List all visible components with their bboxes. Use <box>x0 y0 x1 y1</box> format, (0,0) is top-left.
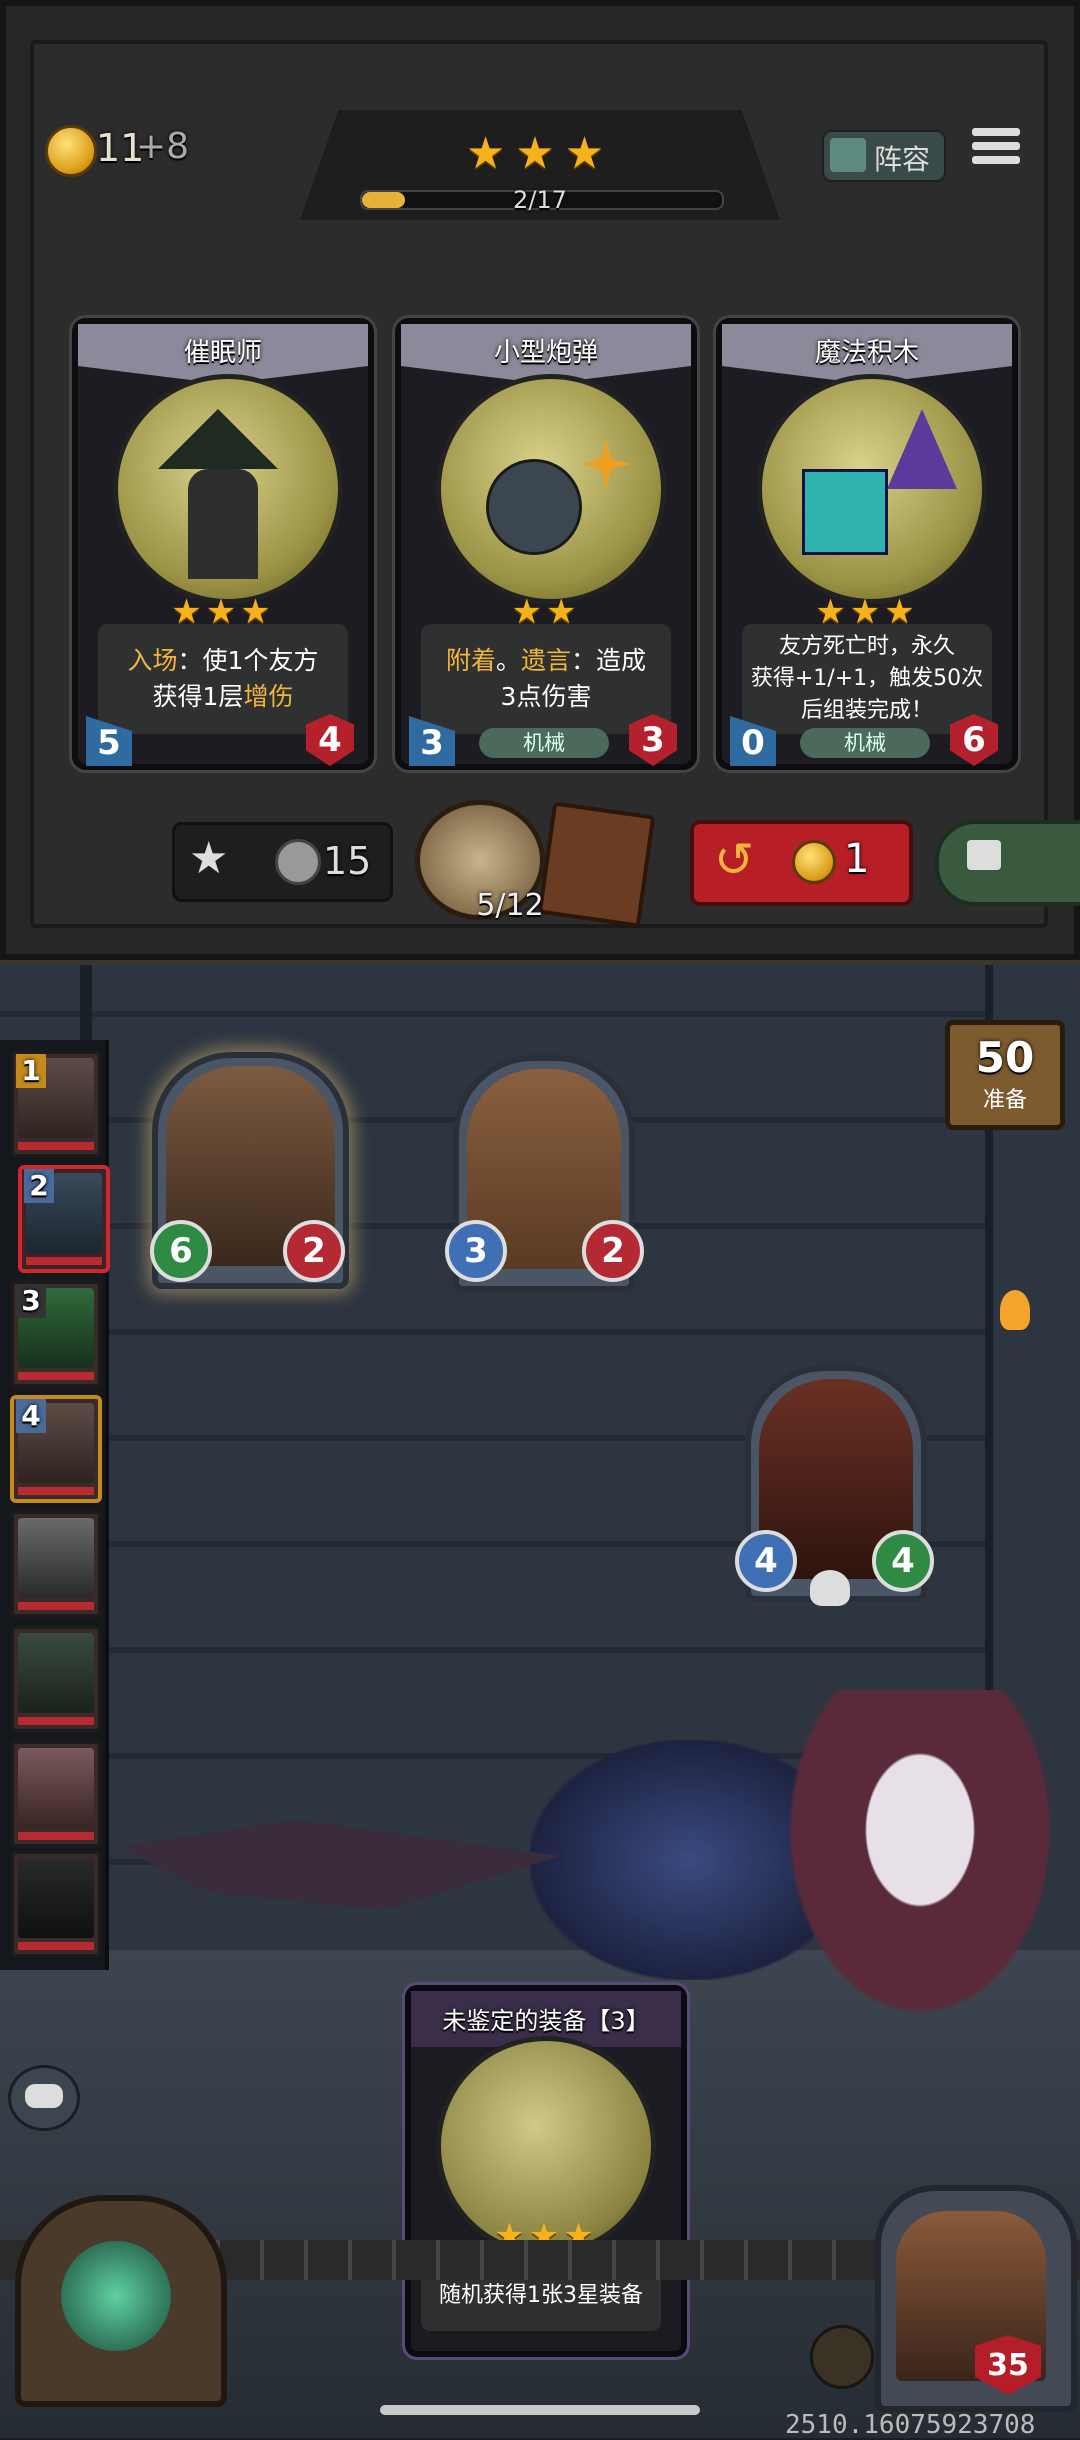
torch-icon <box>1000 1290 1030 1330</box>
chat-icon[interactable] <box>8 2065 80 2131</box>
build-id: 2510.16075923708 <box>785 2410 1036 2440</box>
card-description: 附着。遗言：造成 3点伤害 <box>421 624 671 734</box>
card-tag-mechanical: 机械 <box>479 728 609 758</box>
card-health: 4 <box>306 714 354 766</box>
hero-illustration <box>770 1690 1070 2040</box>
hero-health-bar <box>18 1372 94 1380</box>
card-art-magic-blocks <box>757 374 987 604</box>
hero-health-bar <box>18 1487 94 1495</box>
equipment-card[interactable]: 未鉴定的装备【3】 ★★★ 随机获得1张3星装备 <box>405 1985 687 2357</box>
skull-icon <box>810 1570 850 1606</box>
card-health: 3 <box>629 714 677 766</box>
shop-card-hypnotist[interactable]: 催眠师 ★★★ 入场：使1个友方 获得1层增伤 5 4 <box>72 318 374 770</box>
menu-icon[interactable] <box>972 122 1020 170</box>
hero-portrait <box>18 1518 94 1598</box>
book-icon <box>830 138 866 172</box>
shop-chest-button[interactable] <box>15 2195 227 2407</box>
hero-health-bar <box>18 1717 94 1725</box>
hero-portrait <box>18 1858 94 1938</box>
unit-attack: 3 <box>445 1220 507 1282</box>
ready-label: 准备 <box>982 1088 1027 1113</box>
card-title: 魔法积木 <box>814 338 919 368</box>
card-title: 小型炮弹 <box>493 338 598 368</box>
card-art-cannonball <box>436 374 666 604</box>
roster-slot[interactable]: 3 <box>10 1280 102 1388</box>
roster-order: 2 <box>24 1169 54 1203</box>
roster-order: 3 <box>16 1284 46 1318</box>
hero-health-bar <box>18 1942 94 1950</box>
lock-icon <box>967 840 1001 870</box>
unit-health: 4 <box>872 1530 934 1592</box>
refresh-icon: ↺ <box>714 832 755 888</box>
roster-slot[interactable] <box>10 1510 102 1618</box>
roster-order: 1 <box>16 1054 46 1088</box>
tier-stars: ★★★ <box>465 128 615 179</box>
silver-coin-icon <box>275 839 321 885</box>
deck-count: 5/12 <box>476 888 544 923</box>
gold-coin-icon <box>792 840 836 884</box>
card-title: 未鉴定的装备【3】 <box>442 2007 650 2035</box>
card-health: 6 <box>950 714 998 766</box>
roster-slot[interactable]: 4 <box>10 1395 102 1503</box>
unit-attack: 6 <box>150 1220 212 1282</box>
card-tag-mechanical: 机械 <box>800 728 930 758</box>
shop-panel: 11 +8 ★★★ 2/17 阵容 催眠师 ★★★ 入场：使1个友方 获得1层增… <box>0 0 1080 970</box>
portal-icon <box>61 2241 171 2351</box>
player-hero-portrait[interactable] <box>875 2185 1077 2412</box>
unit-health: 2 <box>582 1220 644 1282</box>
roster-slot[interactable] <box>10 1850 102 1958</box>
roster-slot[interactable] <box>10 1740 102 1848</box>
star-up-icon: ★ <box>189 833 229 884</box>
hero-portrait <box>18 1748 94 1828</box>
refresh-button[interactable]: ↺ 1 <box>690 820 913 906</box>
lineup-label: 阵容 <box>874 143 931 176</box>
roster-slot-selected[interactable]: 2 <box>18 1165 110 1273</box>
upgrade-cost: 15 <box>323 839 372 883</box>
roster-slot[interactable] <box>10 1625 102 1733</box>
hero-health-bar <box>18 1142 94 1150</box>
tier-progress-fill <box>362 192 406 208</box>
card-art-hypnotist <box>113 374 343 604</box>
tier-progress-text: 2/17 <box>513 186 567 214</box>
card-description: 入场：使1个友方 获得1层增伤 <box>98 624 348 734</box>
lock-shop-button[interactable] <box>935 820 1080 906</box>
home-indicator[interactable] <box>380 2405 700 2415</box>
card-description: 友方死亡时，永久 获得+1/+1，触发50次 后组装完成！ <box>742 624 992 734</box>
hero-health-bar <box>18 1832 94 1840</box>
shop-card-small-cannonball[interactable]: 小型炮弹 ★★ 附着。遗言：造成 3点伤害 机械 3 3 <box>395 318 697 770</box>
card-title: 催眠师 <box>183 338 262 368</box>
hero-health-bar <box>18 1602 94 1610</box>
gold-coin-icon <box>45 125 97 177</box>
ready-count: 50 <box>975 1033 1035 1082</box>
unit-attack: 4 <box>735 1530 797 1592</box>
unit-health: 2 <box>283 1220 345 1282</box>
roster-slot[interactable]: 1 <box>10 1050 102 1158</box>
hero-portrait <box>18 1633 94 1713</box>
shop-card-magic-blocks[interactable]: 魔法积木 ★★★ 友方死亡时，永久 获得+1/+1，触发50次 后组装完成！ 机… <box>716 318 1018 770</box>
refresh-cost: 1 <box>844 836 870 882</box>
hero-health-bar <box>26 1257 102 1265</box>
upgrade-tier-button[interactable]: ★ 15 <box>172 822 393 902</box>
gold-income: +8 <box>136 126 190 167</box>
lineup-button[interactable]: 阵容 <box>822 130 946 182</box>
ready-counter[interactable]: 50 准备 <box>945 1020 1065 1130</box>
roster-order: 4 <box>16 1399 46 1433</box>
rank-icon[interactable] <box>810 2325 874 2389</box>
